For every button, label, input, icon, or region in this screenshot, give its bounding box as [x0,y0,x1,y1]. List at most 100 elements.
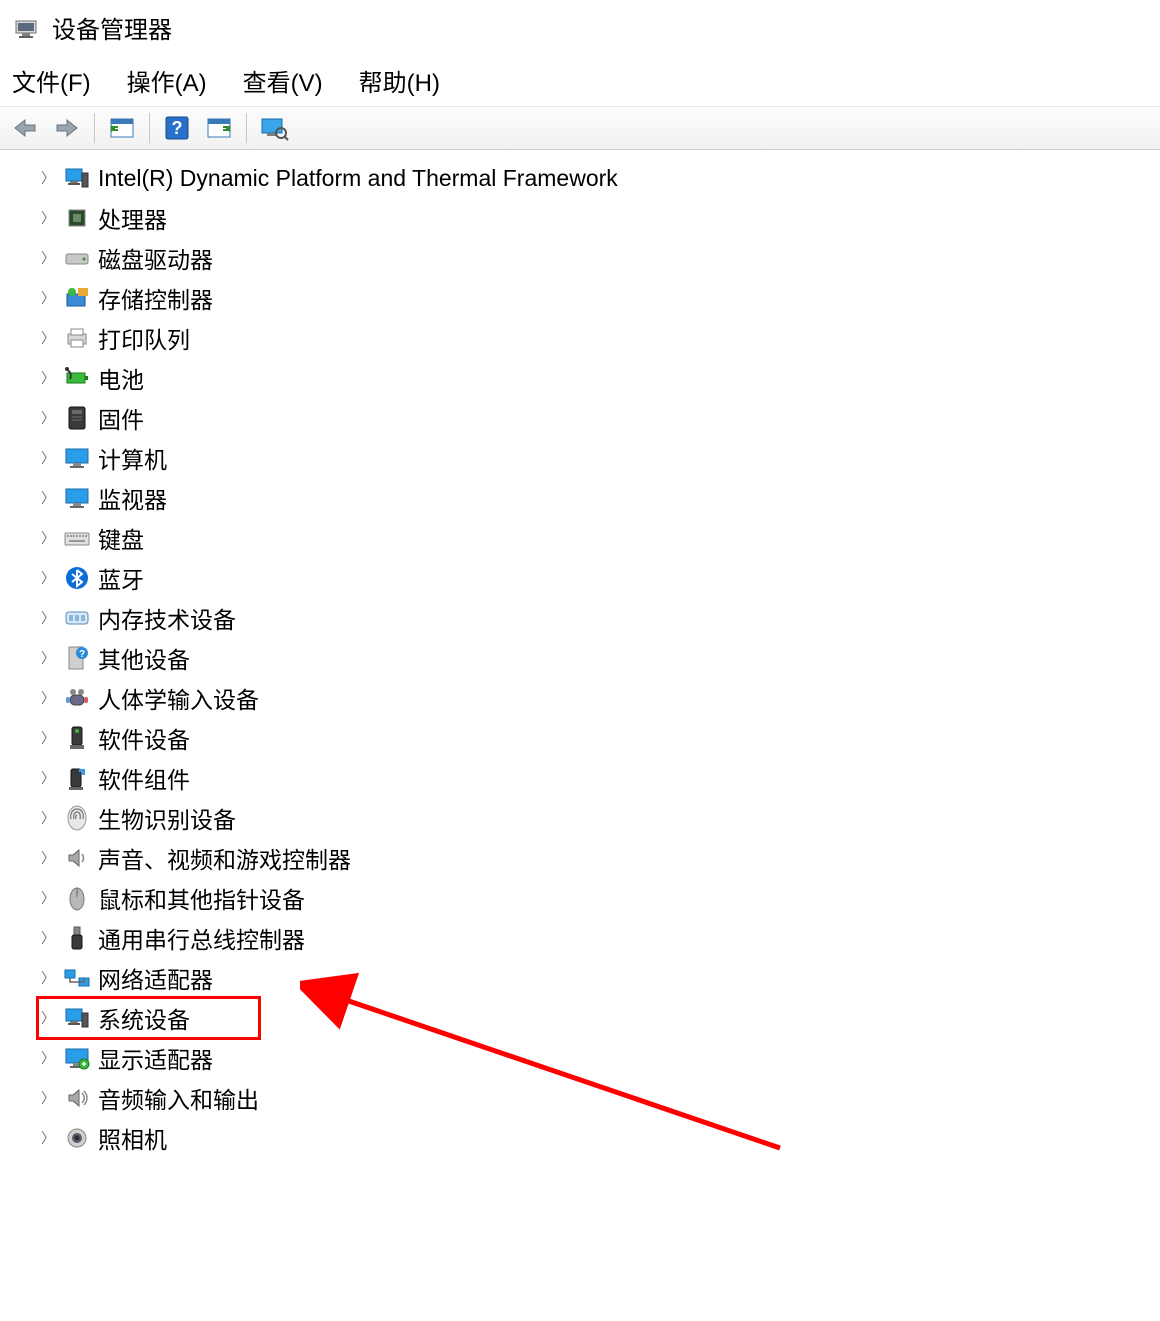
tree-item[interactable]: 〉 处理器 [40,198,1160,238]
computer-icon [62,163,92,193]
tree-item[interactable]: 〉磁盘驱动器 [40,238,1160,278]
tree-item[interactable]: 〉照相机 [40,1118,1160,1158]
biometric-icon [62,803,92,833]
tree-item[interactable]: 〉 通用串行总线控制器 [40,918,1160,958]
battery-icon [62,363,92,393]
expander-icon[interactable]: 〉 [40,688,56,708]
expander-icon[interactable]: 〉 [40,928,56,948]
expander-icon[interactable]: 〉 [40,968,56,988]
tree-item-label: 键盘 [98,521,144,555]
expander-icon[interactable]: 〉 [40,248,56,268]
expander-icon[interactable]: 〉 [40,448,56,468]
sound-icon [62,843,92,873]
tree-item[interactable]: 〉 软件组件 [40,758,1160,798]
expander-icon[interactable]: 〉 [40,1128,56,1148]
expander-icon[interactable]: 〉 [40,888,56,908]
tree-item-label: 显示适配器 [98,1041,213,1075]
tree-item[interactable]: 〉软件设备 [40,718,1160,758]
title-bar: 设备管理器 [0,0,1160,55]
expander-icon[interactable]: 〉 [40,1088,56,1108]
camera-icon [62,1123,92,1153]
tree-item[interactable]: 〉 鼠标和其他指针设备 [40,878,1160,918]
tree-item-label: 软件组件 [98,761,190,795]
expander-icon[interactable]: 〉 [40,768,56,788]
tree-item-label: 生物识别设备 [98,801,236,835]
tree-item-label: 计算机 [98,441,167,475]
toolbar-separator [149,113,150,143]
back-button[interactable] [6,111,44,145]
display-icon [62,1043,92,1073]
window-title: 设备管理器 [52,10,172,45]
disk-icon [62,243,92,273]
expander-icon[interactable]: 〉 [40,848,56,868]
tree-item[interactable]: 〉系统设备 [40,998,1160,1038]
bluetooth-icon [62,563,92,593]
scan-hardware-button[interactable] [255,111,293,145]
expander-icon[interactable]: 〉 [40,328,56,348]
software-icon [62,723,92,753]
tree-item-label: 处理器 [98,201,167,235]
expander-icon[interactable]: 〉 [40,208,56,228]
tree-item[interactable]: 〉 键盘 [40,518,1160,558]
storage-icon [62,283,92,313]
tree-item[interactable]: 〉 生物识别设备 [40,798,1160,838]
tree-item-label: 人体学输入设备 [98,681,259,715]
tree-item[interactable]: 〉 音频输入和输出 [40,1078,1160,1118]
tree-item[interactable]: 〉 计算机 [40,438,1160,478]
tree-item-label: 固件 [98,401,144,435]
tree-item-label: 其他设备 [98,641,190,675]
tree-item[interactable]: 〉 监视器 [40,478,1160,518]
tree-item[interactable]: 〉存储控制器 [40,278,1160,318]
expander-icon[interactable]: 〉 [40,488,56,508]
forward-button[interactable] [48,111,86,145]
tree-item[interactable]: 〉 内存技术设备 [40,598,1160,638]
tree-item-label: 通用串行总线控制器 [98,921,305,955]
tree-item[interactable]: 〉网络适配器 [40,958,1160,998]
expander-icon[interactable]: 〉 [40,368,56,388]
tree-item-label: 鼠标和其他指针设备 [98,881,305,915]
expander-icon[interactable]: 〉 [40,408,56,428]
tree-item[interactable]: 〉 电池 [40,358,1160,398]
expander-icon[interactable]: 〉 [40,1048,56,1068]
menu-action[interactable]: 操作(A) [127,63,207,98]
expander-icon[interactable]: 〉 [40,608,56,628]
audio-icon [62,1083,92,1113]
tree-item[interactable]: 〉蓝牙 [40,558,1160,598]
expander-icon[interactable]: 〉 [40,1008,56,1028]
toolbar-separator [94,113,95,143]
tree-item[interactable]: 〉 固件 [40,398,1160,438]
tree-item[interactable]: 〉? 其他设备 [40,638,1160,678]
hid-icon [62,683,92,713]
tree-item-label: 电池 [98,361,144,395]
device-manager-icon [12,14,40,42]
tree-item-label: 打印队列 [98,321,190,355]
expander-icon[interactable]: 〉 [40,168,56,188]
component-icon [62,763,92,793]
menu-file[interactable]: 文件(F) [12,63,91,98]
help-button[interactable]: ? [158,111,196,145]
tree-item-label: 内存技术设备 [98,601,236,635]
properties-button[interactable] [200,111,238,145]
expander-icon[interactable]: 〉 [40,288,56,308]
tree-item[interactable]: 〉 显示适配器 [40,1038,1160,1078]
expander-icon[interactable]: 〉 [40,648,56,668]
expander-icon[interactable]: 〉 [40,728,56,748]
monitor-icon [62,443,92,473]
tree-item[interactable]: 〉 人体学输入设备 [40,678,1160,718]
svg-text:?: ? [79,649,85,660]
menu-view[interactable]: 查看(V) [243,63,323,98]
tree-item[interactable]: 〉声音、视频和游戏控制器 [40,838,1160,878]
tree-item[interactable]: 〉 Intel(R) Dynamic Platform and Thermal F… [40,158,1160,198]
expander-icon[interactable]: 〉 [40,808,56,828]
device-tree: 〉 Intel(R) Dynamic Platform and Thermal F… [0,150,1160,1178]
show-hide-console-button[interactable] [103,111,141,145]
menu-help[interactable]: 帮助(H) [359,63,440,98]
toolbar: ? [0,106,1160,150]
expander-icon[interactable]: 〉 [40,568,56,588]
monitor-icon [62,483,92,513]
tree-item-label: 音频输入和输出 [98,1081,259,1115]
expander-icon[interactable]: 〉 [40,528,56,548]
tree-item-label: 监视器 [98,481,167,515]
tree-item[interactable]: 〉 打印队列 [40,318,1160,358]
tree-item-label: Intel(R) Dynamic Platform and Thermal Fr… [98,165,618,192]
